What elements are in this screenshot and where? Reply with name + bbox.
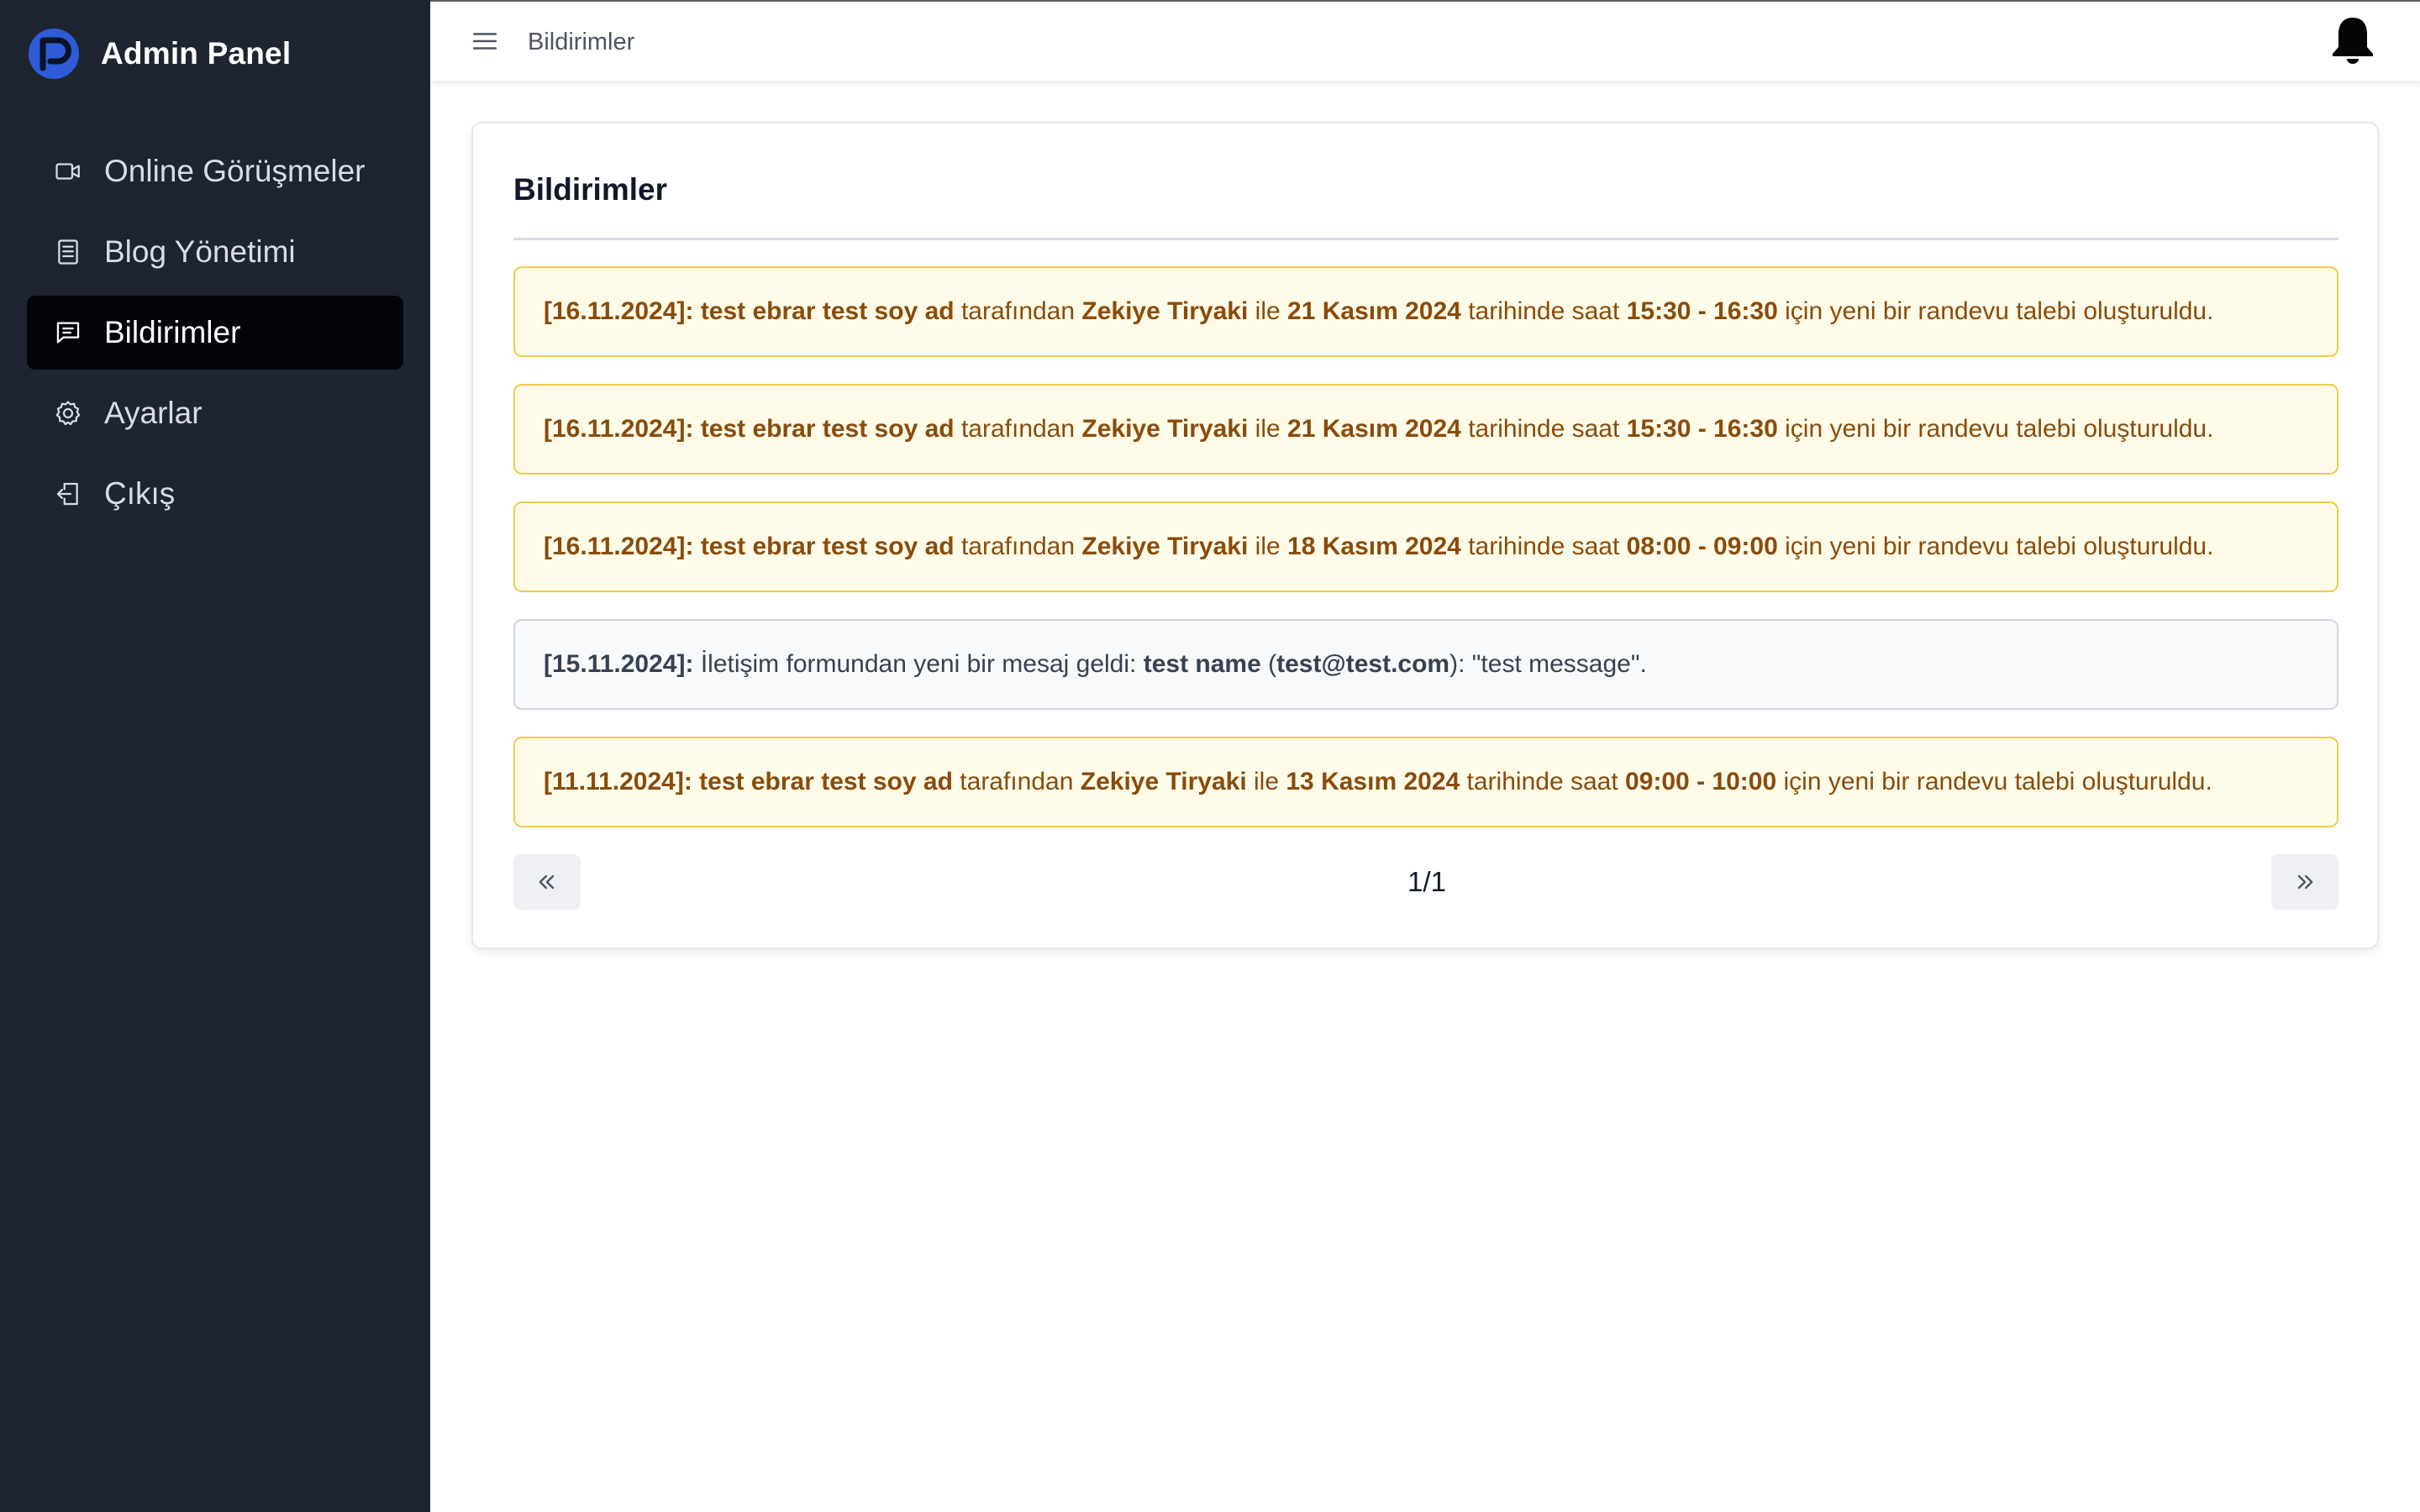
notification-text: tarihinde saat [1468, 297, 1620, 325]
notification-text: ile [1254, 768, 1280, 795]
app-logo-icon [29, 29, 79, 79]
notification-date: [11.11.2024]: [544, 768, 692, 795]
sidebar-item-label: Bildirimler [104, 315, 241, 349]
contact-email: test@test.com [1276, 650, 1450, 678]
document-list-icon [58, 239, 78, 265]
notification-user: test ebrar test soy ad [700, 297, 955, 325]
contact-name: test name [1143, 650, 1261, 678]
notification-text: tarihinde saat [1468, 415, 1620, 443]
sidebar-item-label: Ayarlar [104, 396, 203, 430]
notification-doctor: Zekiye Tiryaki [1080, 768, 1247, 795]
bell-icon[interactable] [2329, 15, 2376, 66]
notification-doctor: Zekiye Tiryaki [1081, 415, 1249, 443]
logout-icon [56, 482, 78, 506]
sidebar-item-cikis[interactable]: Çıkış [27, 457, 403, 531]
notification-text: için yeni bir randevu talebi oluşturuldu… [1783, 768, 2212, 795]
notification-text: tarafından [960, 768, 1074, 795]
notification-item-contact: [15.11.2024]: İletişim formundan yeni bi… [513, 619, 2338, 710]
notification-time: 08:00 - 09:00 [1626, 533, 1778, 560]
sidebar-item-label: Online Görüşmeler [104, 154, 366, 188]
notification-date: [16.11.2024]: [544, 297, 694, 325]
card-title: Bildirimler [513, 172, 667, 207]
notification-appointment-date: 13 Kasım 2024 [1286, 768, 1460, 795]
notification-time: 15:30 - 16:30 [1626, 297, 1778, 325]
sidebar-item-blog-yonetimi[interactable]: Blog Yönetimi [27, 215, 403, 289]
video-camera-icon [55, 163, 80, 180]
sidebar-item-ayarlar[interactable]: Ayarlar [27, 376, 403, 450]
notification-text: ( [1268, 650, 1277, 678]
sidebar-item-label: Blog Yönetimi [104, 234, 296, 269]
chat-message-icon [56, 322, 80, 344]
app-title: Admin Panel [101, 36, 292, 71]
notification-item: [16.11.2024]: test ebrar test soy ad tar… [513, 501, 2338, 592]
sidebar-item-online-gorusmeler[interactable]: Online Görüşmeler [27, 134, 403, 208]
brand[interactable]: Admin Panel [27, 25, 291, 82]
notification-doctor: Zekiye Tiryaki [1081, 297, 1249, 325]
notification-text: ile [1255, 415, 1281, 443]
notification-text: tarafından [960, 415, 1076, 443]
notification-appointment-date: 21 Kasım 2024 [1287, 297, 1461, 325]
sidebar: Admin Panel Online Görüşmeler Blog Yönet… [0, 0, 430, 1512]
notification-appointment-date: 21 Kasım 2024 [1287, 415, 1461, 443]
notification-text: için yeni bir randevu talebi oluşturuldu… [1785, 415, 2214, 443]
notification-text: tarihinde saat [1468, 533, 1620, 560]
notification-text: tarihinde saat [1466, 768, 1618, 795]
hamburger-menu-icon[interactable] [471, 27, 499, 55]
notification-text: tarafından [960, 533, 1076, 560]
notification-text: İletişim formundan yeni bir mesaj geldi: [700, 650, 1137, 678]
notification-item: [16.11.2024]: test ebrar test soy ad tar… [513, 266, 2338, 357]
notification-time: 09:00 - 10:00 [1625, 768, 1777, 795]
notification-text: için yeni bir randevu talebi oluşturuldu… [1785, 533, 2214, 560]
contact-message: ): "test message". [1449, 650, 1647, 678]
notification-text: için yeni bir randevu talebi oluşturuldu… [1785, 297, 2214, 325]
gear-icon [55, 401, 81, 426]
notification-item: [11.11.2024]: test ebrar test soy ad tar… [513, 737, 2338, 827]
notification-text: ile [1255, 533, 1281, 560]
notification-appointment-date: 18 Kasım 2024 [1287, 533, 1461, 560]
notification-user: test ebrar test soy ad [700, 415, 955, 443]
notification-text: ile [1255, 297, 1281, 325]
sidebar-nav: Online Görüşmeler Blog Yönetimi Bildirim… [27, 134, 403, 538]
sidebar-item-label: Çıkış [104, 476, 176, 511]
page-indicator: 1/1 [1407, 866, 1446, 897]
notification-text: tarafından [960, 297, 1076, 325]
notifications-card: Bildirimler [16.11.2024]: test ebrar tes… [471, 122, 2379, 949]
top-header: Bildirimler [430, 0, 2420, 81]
notification-time: 15:30 - 16:30 [1626, 415, 1778, 443]
sidebar-item-bildirimler[interactable]: Bildirimler [27, 296, 403, 370]
next-page-button[interactable] [2271, 854, 2338, 910]
double-chevron-right-icon [2297, 874, 2313, 890]
notification-item: [16.11.2024]: test ebrar test soy ad tar… [513, 384, 2338, 475]
notification-date: [16.11.2024]: [544, 415, 694, 443]
notification-user: test ebrar test soy ad [699, 768, 953, 795]
notification-doctor: Zekiye Tiryaki [1081, 533, 1249, 560]
notification-date: [16.11.2024]: [544, 533, 694, 560]
page-title: Bildirimler [528, 29, 635, 55]
notification-date: [15.11.2024]: [544, 650, 694, 678]
notification-user: test ebrar test soy ad [700, 533, 955, 560]
divider [513, 238, 2338, 240]
